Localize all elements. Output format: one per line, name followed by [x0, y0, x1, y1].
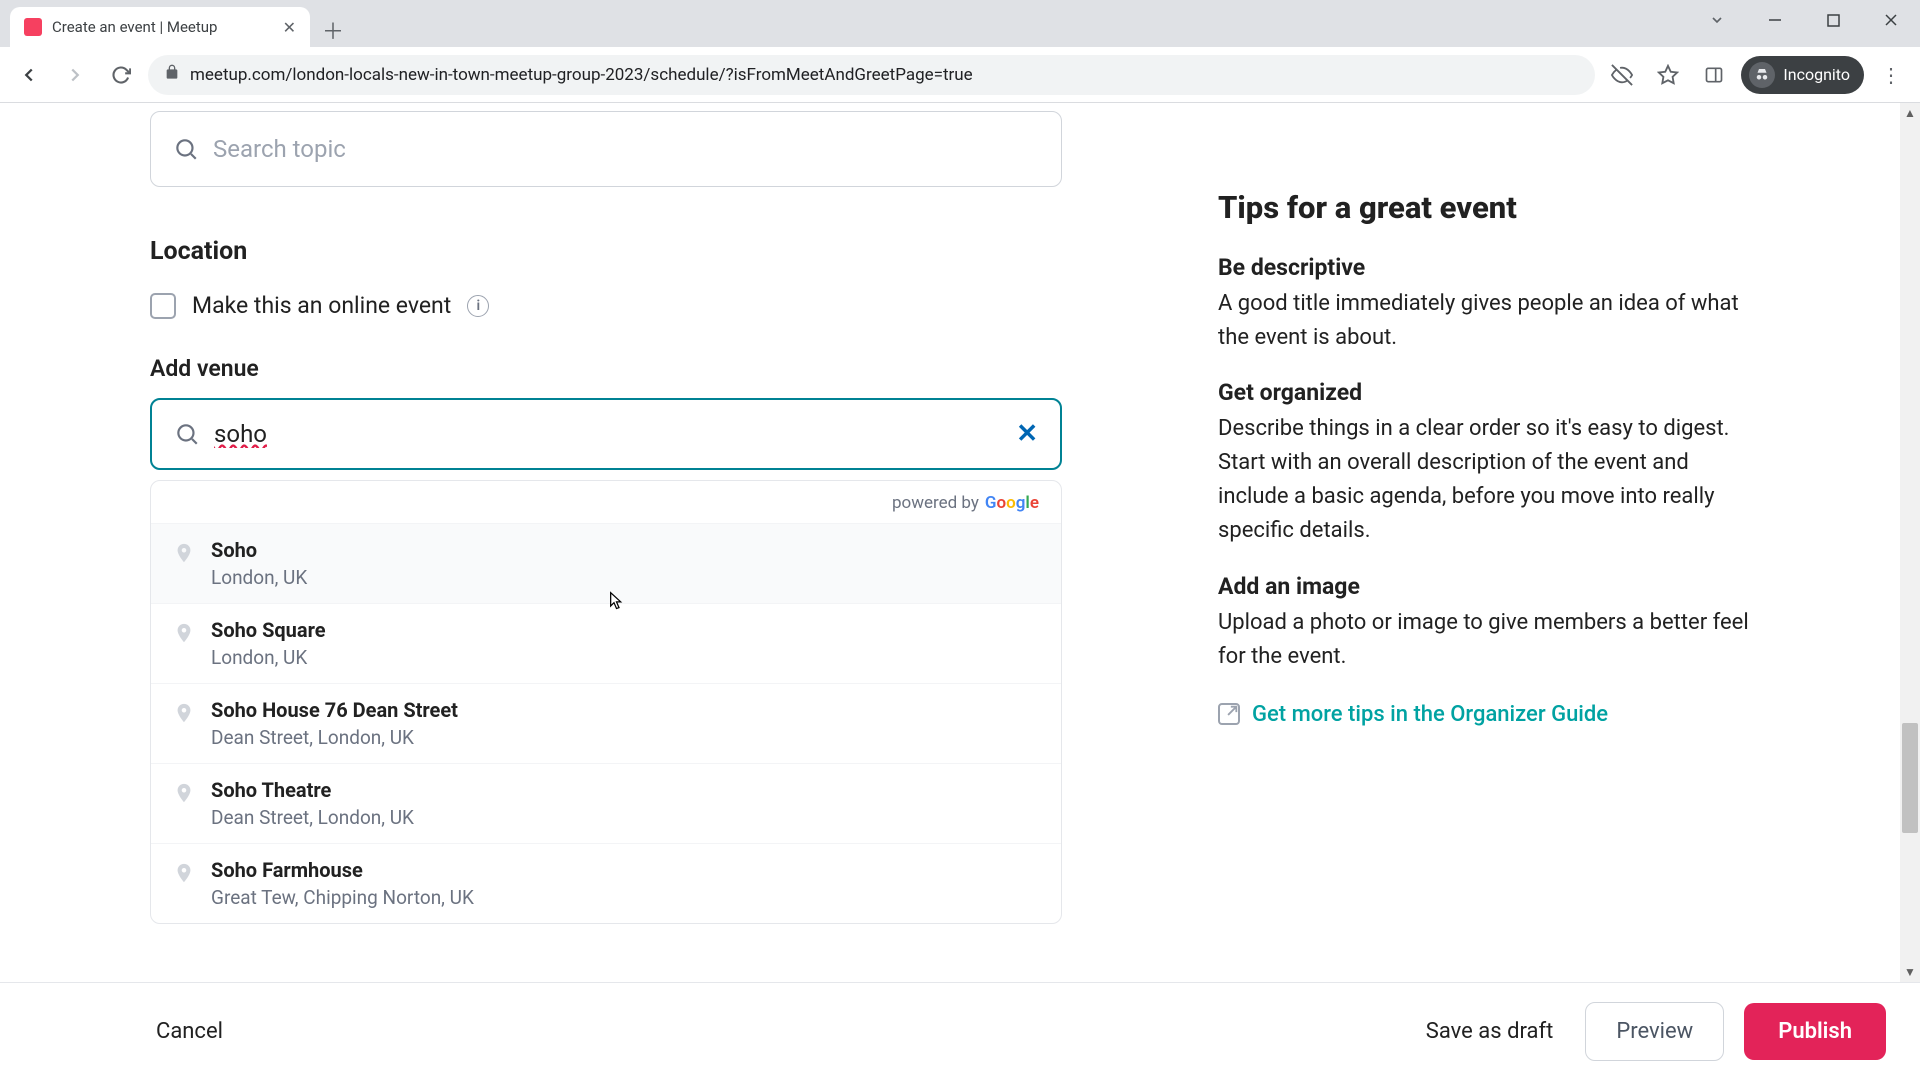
suggestion-name: Soho Square — [211, 618, 326, 642]
tab-title: Create an event | Meetup — [52, 18, 273, 36]
new-tab-button[interactable]: ＋ — [316, 13, 350, 47]
preview-button[interactable]: Preview — [1585, 1002, 1724, 1061]
suggestion-name: Soho Theatre — [211, 778, 414, 802]
suggestion-sub: Great Tew, Chipping Norton, UK — [211, 886, 474, 909]
incognito-icon — [1749, 62, 1775, 88]
scrollbar-track[interactable] — [1900, 103, 1920, 982]
bookmark-star-icon[interactable] — [1649, 56, 1687, 94]
powered-by-google: powered by Google — [151, 481, 1061, 523]
page-content: Location Make this an online event i Add… — [0, 103, 1920, 1080]
location-pin-icon — [173, 542, 195, 564]
lock-icon — [164, 64, 180, 85]
reload-button[interactable] — [102, 56, 140, 94]
venue-label: Add venue — [150, 355, 1062, 382]
browser-toolbar: meetup.com/london-locals-new-in-town-mee… — [0, 47, 1920, 103]
forward-button[interactable] — [56, 56, 94, 94]
clear-input-icon[interactable]: ✕ — [1016, 419, 1038, 449]
venue-suggestion[interactable]: Soho London, UK — [151, 523, 1061, 603]
side-panel-icon[interactable] — [1695, 56, 1733, 94]
browser-chrome: Create an event | Meetup ✕ ＋ — [0, 0, 1920, 103]
window-close-button[interactable] — [1862, 0, 1920, 40]
online-event-checkbox[interactable] — [150, 293, 176, 319]
address-bar[interactable]: meetup.com/london-locals-new-in-town-mee… — [148, 55, 1595, 95]
scroll-down-icon[interactable]: ▼ — [1900, 962, 1920, 982]
close-tab-icon[interactable]: ✕ — [283, 18, 296, 37]
publish-button[interactable]: Publish — [1744, 1003, 1886, 1060]
venue-input[interactable] — [214, 420, 1002, 448]
venue-suggestion[interactable]: Soho Theatre Dean Street, London, UK — [151, 763, 1061, 843]
venue-suggestions-dropdown: powered by Google Soho London, UK Soho S… — [150, 480, 1062, 924]
search-icon — [174, 421, 200, 447]
guide-link-text: Get more tips in the Organizer Guide — [1252, 702, 1608, 727]
back-button[interactable] — [10, 56, 48, 94]
scroll-up-icon[interactable]: ▲ — [1900, 103, 1920, 123]
search-topic-input[interactable] — [213, 135, 1039, 163]
browser-tab[interactable]: Create an event | Meetup ✕ — [10, 7, 310, 47]
tip-heading: Get organized — [1218, 379, 1753, 406]
suggestion-sub: Dean Street, London, UK — [211, 726, 458, 749]
tip-heading: Add an image — [1218, 573, 1753, 600]
location-pin-icon — [173, 782, 195, 804]
suggestion-name: Soho Farmhouse — [211, 858, 474, 882]
external-link-icon — [1218, 703, 1240, 725]
suggestion-sub: Dean Street, London, UK — [211, 806, 414, 829]
google-logo-text: Google — [985, 493, 1039, 513]
suggestion-name: Soho House 76 Dean Street — [211, 698, 458, 722]
window-maximize-button[interactable] — [1804, 0, 1862, 40]
info-icon[interactable]: i — [467, 295, 489, 317]
footer-bar: Cancel Save as draft Preview Publish — [0, 982, 1920, 1080]
tips-sidebar: Tips for a great event Be descriptive A … — [1218, 153, 1753, 763]
guide-link-row[interactable]: Get more tips in the Organizer Guide — [1218, 702, 1753, 727]
search-topic-field[interactable] — [150, 111, 1062, 187]
tab-strip: Create an event | Meetup ✕ ＋ — [0, 0, 1920, 47]
venue-suggestion[interactable]: Soho Farmhouse Great Tew, Chipping Norto… — [151, 843, 1061, 923]
tip-heading: Be descriptive — [1218, 254, 1753, 281]
suggestion-name: Soho — [211, 538, 307, 562]
favicon-icon — [24, 18, 42, 36]
tip-body: Describe things in a clear order so it's… — [1218, 412, 1753, 548]
location-section-label: Location — [150, 237, 1062, 266]
online-event-label: Make this an online event — [192, 292, 451, 319]
suggestion-sub: London, UK — [211, 566, 307, 589]
search-icon — [173, 136, 199, 162]
tip-body: A good title immediately gives people an… — [1218, 287, 1753, 355]
location-pin-icon — [173, 862, 195, 884]
save-draft-button[interactable]: Save as draft — [1426, 1019, 1554, 1044]
venue-suggestion[interactable]: Soho Square London, UK — [151, 603, 1061, 683]
venue-suggestion[interactable]: Soho House 76 Dean Street Dean Street, L… — [151, 683, 1061, 763]
venue-search-field[interactable]: ✕ — [150, 398, 1062, 470]
cancel-button[interactable]: Cancel — [156, 1019, 223, 1044]
suggestion-sub: London, UK — [211, 646, 326, 669]
browser-menu-button[interactable]: ⋮ — [1872, 56, 1910, 94]
main-column: Location Make this an online event i Add… — [150, 111, 1062, 924]
tips-title: Tips for a great event — [1218, 189, 1753, 226]
window-controls — [1688, 0, 1920, 40]
scrollbar-thumb[interactable] — [1902, 723, 1918, 833]
window-minimize-button[interactable] — [1746, 0, 1804, 40]
incognito-badge[interactable]: Incognito — [1741, 56, 1864, 94]
tabs-dropdown-icon[interactable] — [1688, 12, 1746, 28]
tip-body: Upload a photo or image to give members … — [1218, 606, 1753, 674]
location-pin-icon — [173, 702, 195, 724]
online-event-row: Make this an online event i — [150, 292, 1062, 319]
eye-off-icon[interactable] — [1603, 56, 1641, 94]
incognito-label: Incognito — [1783, 65, 1850, 84]
url-text: meetup.com/london-locals-new-in-town-mee… — [190, 65, 1579, 85]
location-pin-icon — [173, 622, 195, 644]
